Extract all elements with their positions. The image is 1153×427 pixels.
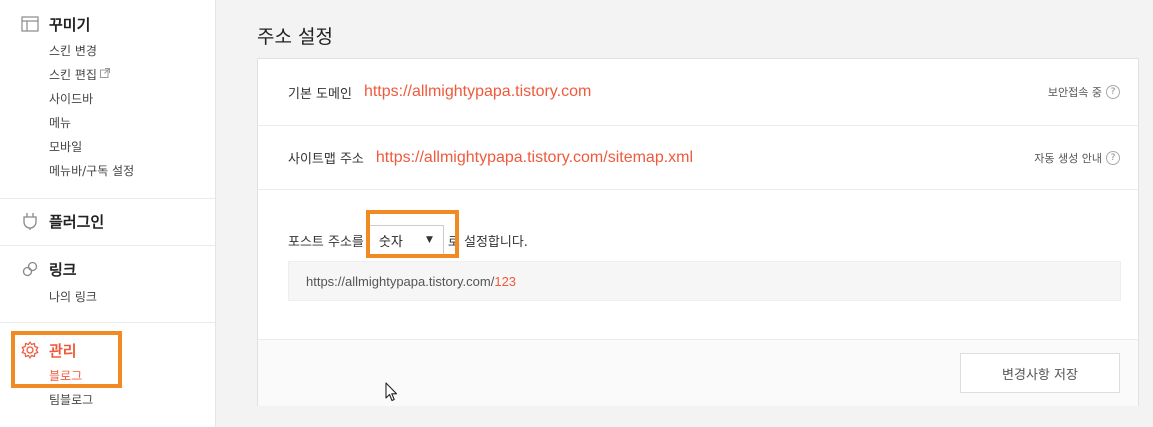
post-address-preview: https://allmightypapa.tistory.com/123 <box>288 261 1121 301</box>
sidebar-title-plugin[interactable]: 플러그인 <box>0 209 215 233</box>
auto-generate-hint[interactable]: 자동 생성 안내 ? <box>1034 150 1120 166</box>
sidebar-item-menubar[interactable]: 메뉴바/구독 설정 <box>49 159 215 183</box>
sidebar-item-skin-edit[interactable]: 스킨 편집 <box>49 63 215 87</box>
sidebar-item-menu[interactable]: 메뉴 <box>49 111 215 135</box>
page-title: 주소 설정 <box>257 26 333 48</box>
link-icon <box>20 259 40 279</box>
post-address-suffix: 로 설정합니다. <box>447 234 528 250</box>
sitemap-row: 사이트맵 주소 https://allmightypapa.tistory.co… <box>258 126 1138 190</box>
help-icon[interactable]: ? <box>1106 150 1120 165</box>
domain-label: 기본 도메인 <box>288 86 352 102</box>
sidebar: 꾸미기 스킨 변경 스킨 편집 사이드바 메뉴 모바일 메뉴바/구독 설정 플러… <box>0 0 216 427</box>
post-address-prefix: 포스트 주소를 <box>288 234 364 250</box>
preview-base-url: https://allmightypapa.tistory.com/ <box>306 273 495 289</box>
sidebar-title-label: 링크 <box>49 260 77 279</box>
sidebar-item-label: 스킨 편집 <box>49 68 97 82</box>
gear-icon <box>20 340 40 360</box>
sidebar-section-manage: 관리 블로그 팀블로그 <box>0 323 215 412</box>
sidebar-title-label: 플러그인 <box>49 212 105 231</box>
save-changes-button[interactable]: 변경사항 저장 <box>960 353 1120 393</box>
sidebar-title-decorate[interactable]: 꾸미기 <box>0 12 215 36</box>
external-link-icon <box>99 64 110 88</box>
layout-icon <box>20 14 40 34</box>
post-address-select[interactable]: 숫자 ▼ <box>367 225 444 255</box>
sidebar-item-my-link[interactable]: 나의 링크 <box>49 285 215 309</box>
sidebar-title-label: 관리 <box>49 341 77 360</box>
help-icon[interactable]: ? <box>1106 85 1120 99</box>
address-settings-card: 기본 도메인 https://allmightypapa.tistory.com… <box>257 58 1139 406</box>
domain-row: 기본 도메인 https://allmightypapa.tistory.com… <box>258 59 1138 126</box>
hint-text: 자동 생성 안내 <box>1034 151 1102 165</box>
sidebar-item-mobile[interactable]: 모바일 <box>49 135 215 159</box>
preview-post-number: 123 <box>494 273 517 289</box>
hint-text: 보안접속 중 <box>1047 86 1102 99</box>
sidebar-title-link[interactable]: 링크 <box>0 257 215 281</box>
sidebar-item-blog[interactable]: 블로그 <box>49 364 215 388</box>
post-address-row: 포스트 주소를 숫자 ▼ 로 설정합니다. https://allmightyp… <box>258 190 1138 340</box>
sidebar-section-plugin: 플러그인 <box>0 199 215 246</box>
caret-down-icon: ▼ <box>425 235 433 245</box>
select-value: 숫자 <box>378 234 403 250</box>
sidebar-title-manage[interactable]: 관리 <box>0 338 215 362</box>
sidebar-item-skin-change[interactable]: 스킨 변경 <box>49 39 215 63</box>
sidebar-section-link: 링크 나의 링크 <box>0 246 215 323</box>
sidebar-title-label: 꾸미기 <box>49 15 91 34</box>
sitemap-label: 사이트맵 주소 <box>288 152 364 167</box>
plug-icon <box>20 211 40 231</box>
domain-url[interactable]: https://allmightypapa.tistory.com <box>364 83 591 101</box>
sidebar-item-team-blog[interactable]: 팀블로그 <box>49 388 215 412</box>
sidebar-item-sidebar[interactable]: 사이드바 <box>49 87 215 111</box>
post-address-line: 포스트 주소를 숫자 ▼ 로 설정합니다. <box>288 225 528 255</box>
sidebar-section-decorate: 꾸미기 스킨 변경 스킨 편집 사이드바 메뉴 모바일 메뉴바/구독 설정 <box>0 0 215 199</box>
sitemap-url[interactable]: https://allmightypapa.tistory.com/sitema… <box>376 149 693 167</box>
mouse-cursor-icon <box>385 382 398 402</box>
secure-connection-hint[interactable]: 보안접속 중 ? <box>1048 84 1120 100</box>
